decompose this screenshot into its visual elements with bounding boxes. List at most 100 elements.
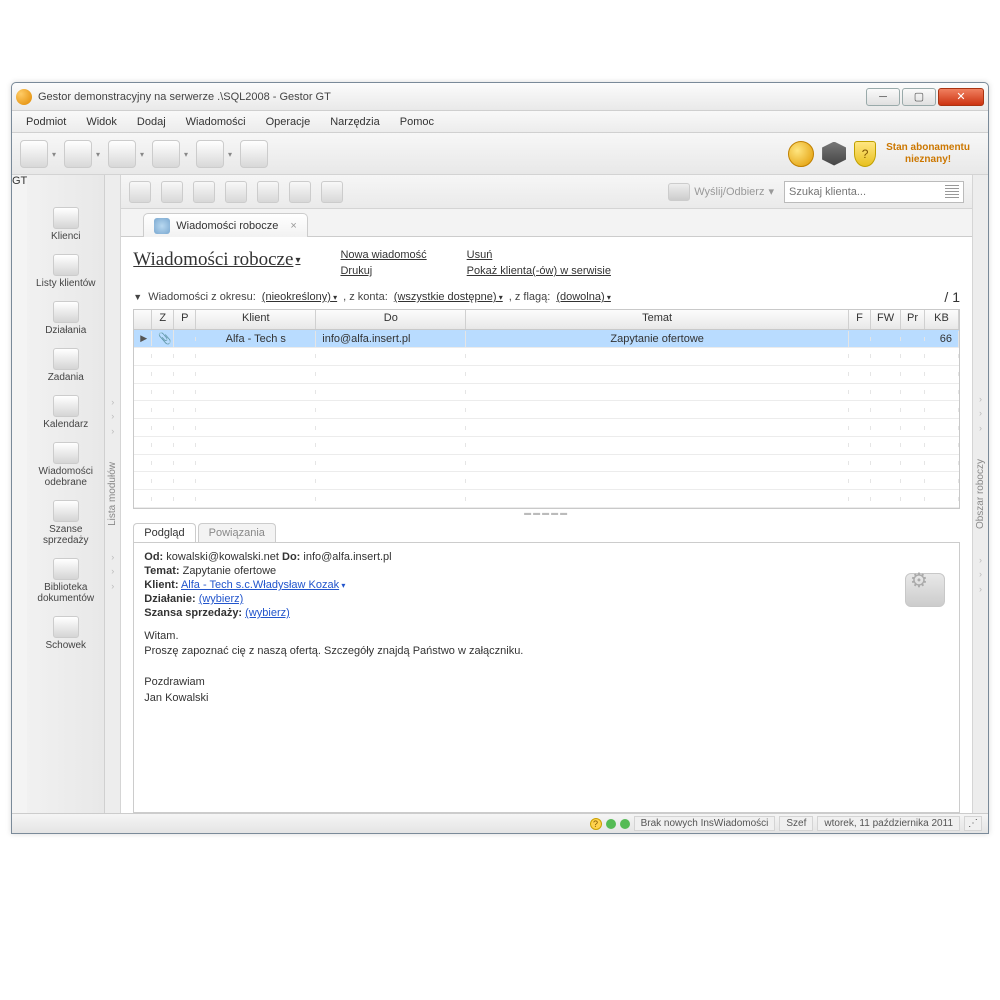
clipboard-icon <box>53 616 79 638</box>
nav-dzialania[interactable]: Działania <box>31 297 101 342</box>
filter-account[interactable]: (wszystkie dostępne) <box>394 291 503 303</box>
page-heading[interactable]: Wiadomości robocze▾ <box>133 249 300 271</box>
library-icon <box>53 558 79 580</box>
grid-row[interactable] <box>134 472 959 490</box>
chevron-down-icon: ▾ <box>295 255 300 266</box>
toolbar-note-icon[interactable] <box>108 140 136 168</box>
tasks-icon <box>53 348 79 370</box>
resize-grip-icon[interactable]: ⋰ <box>964 816 982 831</box>
link-new-message[interactable]: Nowa wiadomość <box>340 249 426 261</box>
body-area: GT Klienci Listy klientów Działania Zada… <box>12 175 988 813</box>
toolbar-tag-icon[interactable] <box>152 140 180 168</box>
menu-wiadomosci[interactable]: Wiadomości <box>178 113 254 131</box>
maximize-button[interactable]: ▢ <box>902 88 936 106</box>
nav-biblioteka-dokumentow[interactable]: Biblioteka dokumentów <box>31 554 101 610</box>
action-links: Nowa wiadomość Usuń Drukuj Pokaż klienta… <box>340 249 610 277</box>
shield-help-icon[interactable]: ? <box>854 141 876 167</box>
tool-icon-2[interactable] <box>161 181 183 203</box>
right-collapse-strip[interactable]: ››› Obszar roboczy ››› <box>972 175 988 813</box>
send-receive-button[interactable]: Wyślij/Odbierz ▾ <box>658 183 784 201</box>
tab-close-icon[interactable]: × <box>290 220 296 232</box>
grid-row[interactable] <box>134 490 959 508</box>
menu-dodaj[interactable]: Dodaj <box>129 113 174 131</box>
messages-grid: Z P Klient Do Temat F FW Pr KB ▶ 📎 <box>133 309 960 509</box>
grid-row[interactable] <box>134 348 959 366</box>
chevron-down-icon[interactable]: ▾ <box>339 581 345 590</box>
tool-icon-3[interactable] <box>193 181 215 203</box>
col-z[interactable]: Z <box>152 310 174 329</box>
client-search-box[interactable] <box>784 181 964 203</box>
grid-row[interactable]: ▶ 📎 Alfa - Tech s info@alfa.insert.pl Za… <box>134 330 959 348</box>
tool-icon-5[interactable] <box>257 181 279 203</box>
grid-row[interactable] <box>134 419 959 437</box>
inbox-icon <box>53 442 79 464</box>
nav-wiadomosci-odebrane[interactable]: Wiadomości odebrane <box>31 438 101 494</box>
col-p[interactable]: P <box>174 310 196 329</box>
client-search-input[interactable] <box>789 186 945 198</box>
link-delete[interactable]: Usuń <box>467 249 611 261</box>
toolbar-print-icon[interactable] <box>240 140 268 168</box>
main-area: Wyślij/Odbierz ▾ Wiadomości robocze × <box>121 175 972 813</box>
splitter-handle[interactable]: ▬▬▬▬▬ <box>133 509 960 517</box>
col-do[interactable]: Do <box>316 310 466 329</box>
nav-zadania[interactable]: Zadania <box>31 344 101 389</box>
menu-operacje[interactable]: Operacje <box>258 113 319 131</box>
chevron-down-icon[interactable]: ▼ <box>133 292 142 302</box>
toolbar-book-icon[interactable] <box>196 140 224 168</box>
cell-f <box>849 337 871 341</box>
col-f[interactable]: F <box>849 310 871 329</box>
message-preview: Od: kowalski@kowalski.net Do: info@alfa.… <box>133 542 960 813</box>
nav-listy-klientow[interactable]: Listy klientów <box>31 250 101 295</box>
menu-narzedzia[interactable]: Narzędzia <box>322 113 388 131</box>
menu-pomoc[interactable]: Pomoc <box>392 113 442 131</box>
filter-flag[interactable]: (dowolna) <box>556 291 611 303</box>
tab-podglad[interactable]: Podgląd <box>133 523 195 542</box>
nav-szanse-sprzedazy[interactable]: Szanse sprzedaży <box>31 496 101 552</box>
toolbar-user-icon[interactable] <box>64 140 92 168</box>
status-dot-icon <box>620 819 630 829</box>
grid-row[interactable] <box>134 384 959 402</box>
minimize-button[interactable]: ─ <box>866 88 900 106</box>
attachment-icon: 📎 <box>152 330 174 347</box>
link-print[interactable]: Drukuj <box>340 265 426 277</box>
col-pr[interactable]: Pr <box>901 310 925 329</box>
col-marker[interactable] <box>134 310 152 329</box>
list-icon[interactable] <box>945 185 959 199</box>
chevron-down-icon: ▾ <box>768 185 774 198</box>
status-user: Szef <box>779 816 813 831</box>
grid-row[interactable] <box>134 366 959 384</box>
nav-schowek[interactable]: Schowek <box>31 612 101 657</box>
col-fw[interactable]: FW <box>871 310 901 329</box>
grid-row[interactable] <box>134 401 959 419</box>
col-temat[interactable]: Temat <box>466 310 849 329</box>
grid-row[interactable] <box>134 455 959 473</box>
menu-widok[interactable]: Widok <box>78 113 125 131</box>
preview-from-line: Od: kowalski@kowalski.net Do: info@alfa.… <box>144 551 949 563</box>
toolbar-send-icon[interactable] <box>20 140 48 168</box>
drafts-icon <box>154 218 170 234</box>
settings-gear-icon[interactable] <box>905 573 945 607</box>
help-icon[interactable]: ? <box>590 818 602 830</box>
tab-wiadomosci-robocze[interactable]: Wiadomości robocze × <box>143 213 308 237</box>
col-klient[interactable]: Klient <box>196 310 316 329</box>
nav-kalendarz[interactable]: Kalendarz <box>31 391 101 436</box>
globe-icon[interactable] <box>788 141 814 167</box>
tool-icon-1[interactable] <box>129 181 151 203</box>
link-show-clients[interactable]: Pokaż klienta(-ów) w serwisie <box>467 265 611 277</box>
col-kb[interactable]: KB <box>925 310 959 329</box>
menu-podmiot[interactable]: Podmiot <box>18 113 74 131</box>
filter-period[interactable]: (nieokreślony) <box>262 291 337 303</box>
tab-powiazania[interactable]: Powiązania <box>198 523 276 542</box>
grid-row[interactable] <box>134 437 959 455</box>
cube-icon[interactable] <box>822 142 846 166</box>
gt-logo: GT <box>12 175 27 813</box>
tool-icon-6[interactable] <box>289 181 311 203</box>
client-link[interactable]: Alfa - Tech s.c.Władysław Kozak <box>181 579 339 591</box>
close-button[interactable]: ✕ <box>938 88 984 106</box>
tool-icon-4[interactable] <box>225 181 247 203</box>
tool-icon-7[interactable] <box>321 181 343 203</box>
action-select-link[interactable]: (wybierz) <box>199 593 244 605</box>
nav-klienci[interactable]: Klienci <box>31 203 101 248</box>
left-collapse-strip[interactable]: ››› Lista modułów ››› <box>105 175 121 813</box>
opportunity-select-link[interactable]: (wybierz) <box>245 607 290 619</box>
